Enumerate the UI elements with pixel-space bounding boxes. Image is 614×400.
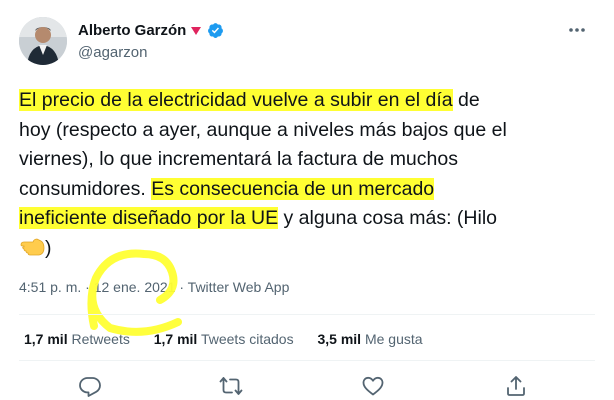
meta-separator: · [175, 279, 188, 295]
backhand-index-pointing-left-icon [20, 238, 45, 255]
tweet-text-segment: y alguna cosa más: (Hilo [278, 207, 498, 229]
tweet-text-segment: de [452, 89, 480, 111]
retweets-stat[interactable]: 1,7 mil Retweets [24, 331, 130, 347]
action-bar [0, 372, 614, 400]
tweet-line: viernes), lo que incrementará la factura… [19, 148, 458, 170]
divider [19, 314, 595, 315]
retweet-icon[interactable] [219, 374, 243, 398]
retweets-label: Retweets [71, 331, 130, 347]
like-icon[interactable] [361, 374, 385, 398]
tweet-line: ) [19, 234, 594, 264]
meta-separator: · [81, 279, 94, 295]
author-name-row[interactable]: Alberto Garzón [78, 22, 224, 39]
tweet-meta: 4:51 p. m. · 12 ene. 2021 · Twitter Web … [19, 279, 289, 295]
quote-tweets-label: Tweets citados [200, 331, 294, 347]
highlighted-text: El precio de la electricidad vuelve a su… [19, 89, 453, 111]
retweets-count: 1,7 mil [24, 331, 68, 347]
author-handle[interactable]: @agarzon [78, 44, 147, 61]
tweet-stats: 1,7 mil Retweets 1,7 mil Tweets citados … [24, 331, 443, 347]
reply-icon[interactable] [78, 374, 102, 398]
likes-stat[interactable]: 3,5 mil Me gusta [317, 331, 422, 347]
share-icon[interactable] [504, 374, 528, 398]
tweet-text-segment: ) [45, 236, 52, 259]
tweet-date[interactable]: 12 ene. 2021 [94, 279, 176, 295]
red-triangle-icon [191, 26, 202, 35]
divider [19, 360, 595, 361]
author-name[interactable]: Alberto Garzón [78, 22, 186, 39]
verified-badge-icon [208, 23, 224, 38]
more-icon[interactable] [566, 20, 588, 40]
likes-count: 3,5 mil [317, 331, 362, 347]
quote-tweets-count: 1,7 mil [153, 331, 198, 347]
tweet-time[interactable]: 4:51 p. m. [19, 279, 81, 295]
tweet-text-segment: consumidores. [19, 177, 152, 200]
tweet-line: hoy (respecto a ayer, aunque a niveles m… [19, 118, 507, 141]
tweet-line: ineficiente diseñado por la UE y alguna … [19, 204, 594, 234]
tweet-line: El precio de la electricidad vuelve a su… [19, 86, 594, 116]
tweet-source[interactable]: Twitter Web App [188, 279, 290, 295]
tweet-text: El precio de la electricidad vuelve a su… [19, 86, 594, 263]
highlighted-text: Es consecuencia de un mercado [151, 177, 435, 200]
avatar[interactable] [19, 17, 67, 65]
likes-label: Me gusta [364, 331, 423, 347]
quote-tweets-stat[interactable]: 1,7 mil Tweets citados [154, 331, 294, 347]
tweet-card: Alberto Garzón @agarzon El precio de la … [0, 0, 614, 400]
tweet-line: consumidores. Es consecuencia de un merc… [19, 175, 594, 205]
highlighted-text: ineficiente diseñado por la UE [19, 207, 279, 229]
